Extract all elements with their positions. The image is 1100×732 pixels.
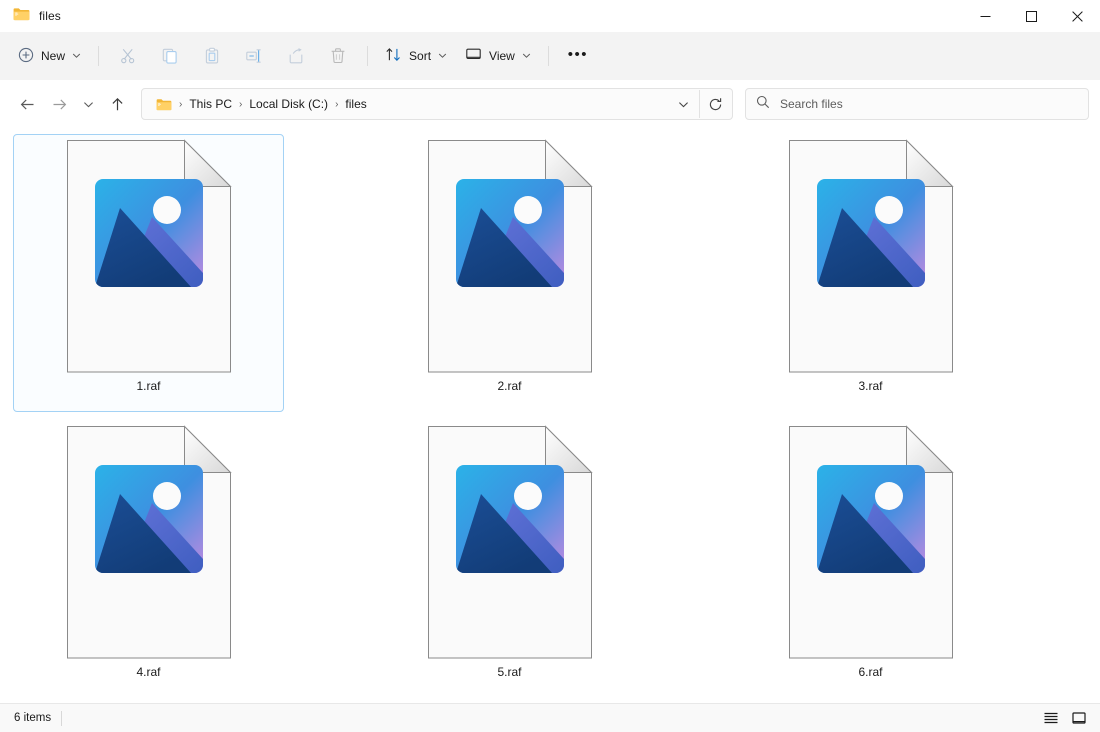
status-bar-left: 6 items [14, 710, 63, 726]
sort-button-label: Sort [409, 49, 432, 63]
title-bar: files [0, 0, 1100, 32]
window-controls [962, 0, 1100, 32]
refresh-button[interactable] [702, 90, 728, 118]
delete-button[interactable] [318, 40, 358, 72]
rename-button[interactable] [234, 40, 274, 72]
large-icons-view-icon[interactable] [1066, 707, 1092, 729]
monitor-icon [465, 46, 482, 66]
back-button[interactable] [11, 88, 43, 120]
close-button[interactable] [1054, 0, 1100, 32]
status-separator [61, 710, 63, 726]
file-thumbnail [427, 425, 593, 659]
minimize-button[interactable] [962, 0, 1008, 32]
toolbar-separator-3 [547, 46, 549, 66]
file-item-4[interactable]: 4.raf [13, 420, 284, 698]
file-thumbnail [788, 139, 954, 373]
toolbar-separator [98, 46, 100, 66]
breadcrumb: › This PC › Local Disk (C:) › files [150, 94, 670, 114]
chevron-down-icon [72, 49, 81, 63]
file-item-3[interactable]: 3.raf [735, 134, 1006, 412]
sort-arrows-icon [385, 46, 402, 66]
address-bar-actions [670, 90, 728, 118]
file-thumbnail [66, 139, 232, 373]
address-divider [699, 90, 700, 118]
folder-icon [13, 7, 30, 26]
share-button[interactable] [276, 40, 316, 72]
file-item-5[interactable]: 5.raf [374, 420, 645, 698]
file-thumbnail [788, 425, 954, 659]
title-bar-left: files [0, 7, 61, 26]
breadcrumb-folder-icon[interactable] [150, 95, 178, 114]
new-button-label: New [41, 49, 66, 63]
file-grid: 1.raf 2.raf 3.raf 4.raf 5.raf 6.raf [0, 134, 1100, 698]
window-title: files [39, 9, 61, 23]
forward-button[interactable] [43, 88, 75, 120]
sort-button[interactable]: Sort [377, 40, 455, 72]
view-button[interactable]: View [457, 40, 539, 72]
breadcrumb-item-local-disk[interactable]: Local Disk (C:) [243, 94, 334, 114]
file-item-2[interactable]: 2.raf [374, 134, 645, 412]
search-box[interactable] [745, 88, 1089, 120]
status-bar: 6 items [0, 703, 1100, 732]
breadcrumb-item-this-pc[interactable]: This PC [183, 94, 238, 114]
paste-button[interactable] [192, 40, 232, 72]
cut-button[interactable] [108, 40, 148, 72]
file-thumbnail [427, 139, 593, 373]
list-view-icon[interactable] [1038, 707, 1064, 729]
chevron-down-icon [438, 49, 447, 63]
file-name: 6.raf [858, 665, 883, 679]
address-dropdown-button[interactable] [670, 90, 696, 118]
item-count-label: 6 items [14, 712, 52, 724]
file-name: 4.raf [136, 665, 161, 679]
more-options-button[interactable]: ••• [558, 40, 598, 72]
file-item-6[interactable]: 6.raf [735, 420, 1006, 698]
ellipsis-icon: ••• [567, 45, 588, 63]
plus-circle-icon [18, 47, 34, 66]
breadcrumb-item-files[interactable]: files [339, 94, 372, 114]
address-bar: › This PC › Local Disk (C:) › files [0, 80, 1100, 128]
file-name: 1.raf [136, 379, 161, 393]
address-path-box[interactable]: › This PC › Local Disk (C:) › files [141, 88, 733, 120]
copy-button[interactable] [150, 40, 190, 72]
file-name: 3.raf [858, 379, 883, 393]
new-button[interactable]: New [10, 40, 89, 72]
search-icon [756, 95, 770, 114]
chevron-down-icon [522, 49, 531, 63]
up-button[interactable] [101, 88, 133, 120]
command-toolbar: New Sort View ••• [0, 32, 1100, 80]
file-name: 5.raf [497, 665, 522, 679]
search-input[interactable] [780, 97, 1078, 111]
view-toggles [1038, 707, 1092, 729]
file-explorer-window: files New Sort View ••• › This PC › Loca… [0, 0, 1100, 732]
view-button-label: View [489, 49, 515, 63]
toolbar-separator-2 [367, 46, 369, 66]
file-thumbnail [66, 425, 232, 659]
file-name: 2.raf [497, 379, 522, 393]
recent-locations-button[interactable] [75, 88, 101, 120]
file-list-area[interactable]: 1.raf 2.raf 3.raf 4.raf 5.raf 6.raf [0, 128, 1100, 703]
maximize-button[interactable] [1008, 0, 1054, 32]
file-item-1[interactable]: 1.raf [13, 134, 284, 412]
